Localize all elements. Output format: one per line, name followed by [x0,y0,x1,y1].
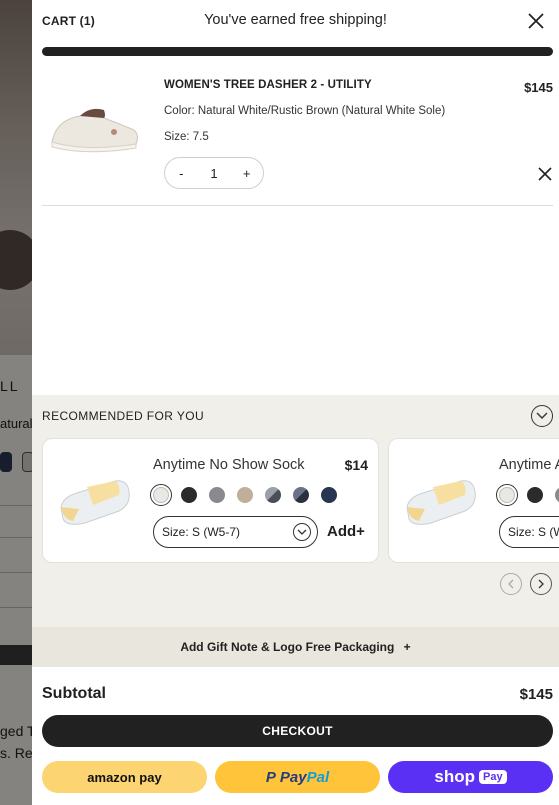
amazon-pay-button[interactable]: amazon pay [42,761,207,793]
color-swatches [150,484,337,506]
swatch-heather[interactable] [265,487,281,503]
size-value: Size: S (W5 [508,525,559,539]
size-select[interactable]: Size: S (W5 [499,516,559,548]
swatch-light-gray[interactable] [150,484,172,506]
sock-image[interactable] [57,461,133,533]
cart-drawer: CART (1) You've earned free shipping! WO… [32,0,559,805]
size-value: Size: S (W5-7) [162,525,241,539]
paypal-pal-text: Pal [306,768,330,786]
next-page-button[interactable] [530,573,552,595]
cart-item: WOMEN'S TREE DASHER 2 - UTILITY $145 Col… [42,70,553,206]
chevron-down-icon[interactable] [531,405,553,427]
sock-image[interactable] [403,461,479,533]
checkout-button[interactable]: CHECKOUT [42,715,553,747]
item-size: Size: 7.5 [164,131,209,143]
card-price: $14 [344,457,368,473]
paypal-button[interactable]: P Pay Pal [215,761,380,793]
item-color: Color: Natural White/Rustic Brown (Natur… [164,105,446,117]
plus-icon: + [403,640,411,654]
recommended-title: RECOMMENDED FOR YOU [42,409,205,423]
remove-item-icon[interactable] [537,166,553,182]
previous-page-button[interactable] [500,573,522,595]
product-card: Anytime A Size: S (W5 [388,438,559,563]
item-name[interactable]: WOMEN'S TREE DASHER 2 - UTILITY [164,79,372,91]
swatch-tan[interactable] [237,487,253,503]
paypal-logo-icon: P [265,768,276,786]
product-image[interactable] [46,90,142,160]
subtotal-label: Subtotal [42,685,106,702]
swatch-gray[interactable] [555,487,559,503]
decrease-quantity-button[interactable]: - [169,166,193,181]
size-select[interactable]: Size: S (W5-7) [153,516,318,548]
item-price: $145 [524,80,553,95]
shop-pay-button[interactable]: shop Pay [388,761,553,793]
shop-pay-badge: Pay [479,770,507,784]
cart-header: CART (1) You've earned free shipping! [32,0,559,45]
swatch-light-gray[interactable] [496,484,518,506]
card-name[interactable]: Anytime A [499,457,559,473]
swatch-gray[interactable] [209,487,225,503]
product-card: Anytime No Show Sock $14 Size: S (W5-7) … [42,438,379,563]
recommended-section: RECOMMENDED FOR YOU Anytime No Show Sock… [32,395,559,627]
gift-note-label: Add Gift Note & Logo Free Packaging [180,640,395,654]
shipping-progress-bar [42,47,553,56]
swatch-black[interactable] [181,487,197,503]
card-name[interactable]: Anytime No Show Sock [153,457,305,473]
chevron-down-icon [293,523,311,541]
increase-quantity-button[interactable]: + [235,166,259,181]
shop-pay-logo: shop [434,767,476,786]
quantity-value: 1 [210,165,218,181]
paypal-pay-text: Pay [279,768,307,786]
swatch-navy[interactable] [321,487,337,503]
swatch-navy-heather[interactable] [293,487,309,503]
swatch-black[interactable] [527,487,543,503]
amazon-pay-logo: amazon pay [87,769,162,785]
close-icon[interactable] [527,12,545,30]
subtotal-value: $145 [519,686,553,703]
quantity-stepper: - 1 + [164,157,264,189]
add-to-cart-button[interactable]: Add+ [327,523,365,540]
shipping-message: You've earned free shipping! [204,12,387,28]
gift-note-button[interactable]: Add Gift Note & Logo Free Packaging + [32,627,559,667]
color-swatches [496,484,559,506]
